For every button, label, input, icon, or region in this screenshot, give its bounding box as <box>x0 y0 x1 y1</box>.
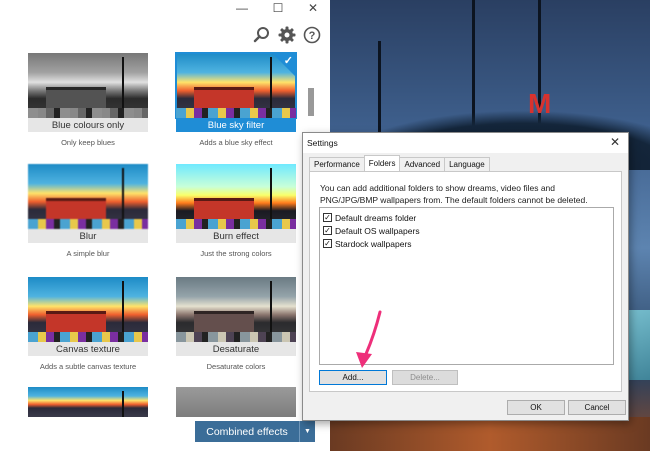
folders-intro-text: You can add additional folders to show d… <box>320 183 588 205</box>
effect-thumbnail <box>28 387 148 417</box>
tab-advanced[interactable]: Advanced <box>399 157 446 171</box>
delete-folder-button[interactable]: Delete... <box>392 370 458 385</box>
combined-effects-label: Combined effects <box>206 425 288 438</box>
effect-description: Just the strong colors <box>200 249 272 258</box>
folder-item-default-dreams[interactable]: ✓ Default dreams folder <box>323 211 416 224</box>
effect-tile-desaturate[interactable]: Desaturate Desaturate colors <box>176 277 296 371</box>
close-button[interactable]: ✕ <box>296 0 330 16</box>
cancel-button[interactable]: Cancel <box>568 400 626 415</box>
effect-thumbnail: ✓ <box>175 52 297 119</box>
maximize-button[interactable]: ☐ <box>261 0 295 16</box>
help-icon[interactable]: ? <box>302 25 322 45</box>
effect-thumbnail <box>176 387 296 417</box>
effect-label: Canvas texture <box>28 342 148 356</box>
effect-tile-blur[interactable]: Blur A simple blur <box>28 164 148 258</box>
effect-description: A simple blur <box>66 249 110 258</box>
effect-label: Burn effect <box>176 229 296 243</box>
settings-tabs: Performance Folders Advanced Language <box>309 155 490 171</box>
folder-item-stardock-wallpapers[interactable]: ✓ Stardock wallpapers <box>323 237 412 250</box>
folder-label: Default OS wallpapers <box>335 225 420 236</box>
folder-label: Default dreams folder <box>335 212 417 223</box>
dropdown-arrow-icon[interactable]: ▼ <box>299 421 315 442</box>
ok-button[interactable]: OK <box>507 400 565 415</box>
effect-description: Only keep blues <box>61 138 115 147</box>
scrollbar-thumb[interactable] <box>308 88 314 116</box>
effect-tile-blue-colours-only[interactable]: Blue colours only Only keep blues <box>28 53 148 147</box>
effect-thumbnail <box>176 164 296 229</box>
effect-thumbnail <box>176 277 296 342</box>
effect-label: Blue sky filter <box>176 118 296 132</box>
effect-tile-partial[interactable] <box>28 387 148 417</box>
effect-tile-partial[interactable] <box>176 387 296 417</box>
folder-checkbox[interactable]: ✓ <box>323 226 332 235</box>
combined-effects-button[interactable]: Combined effects ▼ <box>195 421 315 442</box>
effect-description: Adds a blue sky effect <box>199 138 273 147</box>
effects-panel: — ☐ ✕ ? Blue colours only Only keep blue… <box>0 0 330 451</box>
effect-description: Desaturate colors <box>206 362 266 371</box>
tab-performance[interactable]: Performance <box>309 157 365 171</box>
folder-item-default-os-wallpapers[interactable]: ✓ Default OS wallpapers <box>323 224 420 237</box>
effect-description: Adds a subtle canvas texture <box>39 362 137 371</box>
add-folder-button[interactable]: Add... <box>319 370 387 385</box>
dialog-close-button[interactable]: ✕ <box>610 135 620 149</box>
effect-label: Blue colours only <box>28 118 148 132</box>
effect-tile-canvas-texture[interactable]: Canvas texture Adds a subtle canvas text… <box>28 277 148 371</box>
folder-label: Stardock wallpapers <box>335 238 412 249</box>
svg-text:?: ? <box>309 30 316 42</box>
gear-icon[interactable] <box>277 25 297 45</box>
effect-label: Desaturate <box>176 342 296 356</box>
effect-thumbnail <box>28 164 148 229</box>
effect-thumbnail <box>28 53 148 118</box>
dialog-titlebar: Settings ✕ <box>303 133 628 153</box>
folder-checkbox[interactable]: ✓ <box>323 213 332 222</box>
minimize-button[interactable]: — <box>225 0 259 16</box>
folder-checkbox[interactable]: ✓ <box>323 239 332 248</box>
ground <box>330 417 650 451</box>
tab-folders[interactable]: Folders <box>363 155 401 171</box>
settings-dialog: Settings ✕ Performance Folders Advanced … <box>302 132 629 421</box>
effect-tile-blue-sky-filter[interactable]: ✓ Blue sky filter Adds a blue sky effect <box>175 52 297 147</box>
neon-sign-letter: M <box>528 88 552 119</box>
effect-label: Blur <box>28 229 148 243</box>
effect-tile-burn-effect[interactable]: Burn effect Just the strong colors <box>176 164 296 258</box>
tab-language[interactable]: Language <box>444 157 490 171</box>
dialog-title: Settings <box>307 138 338 148</box>
search-icon[interactable] <box>252 25 272 45</box>
checkmark-icon: ✓ <box>283 55 293 67</box>
annotation-arrow-icon <box>356 310 382 368</box>
effect-thumbnail <box>28 277 148 342</box>
